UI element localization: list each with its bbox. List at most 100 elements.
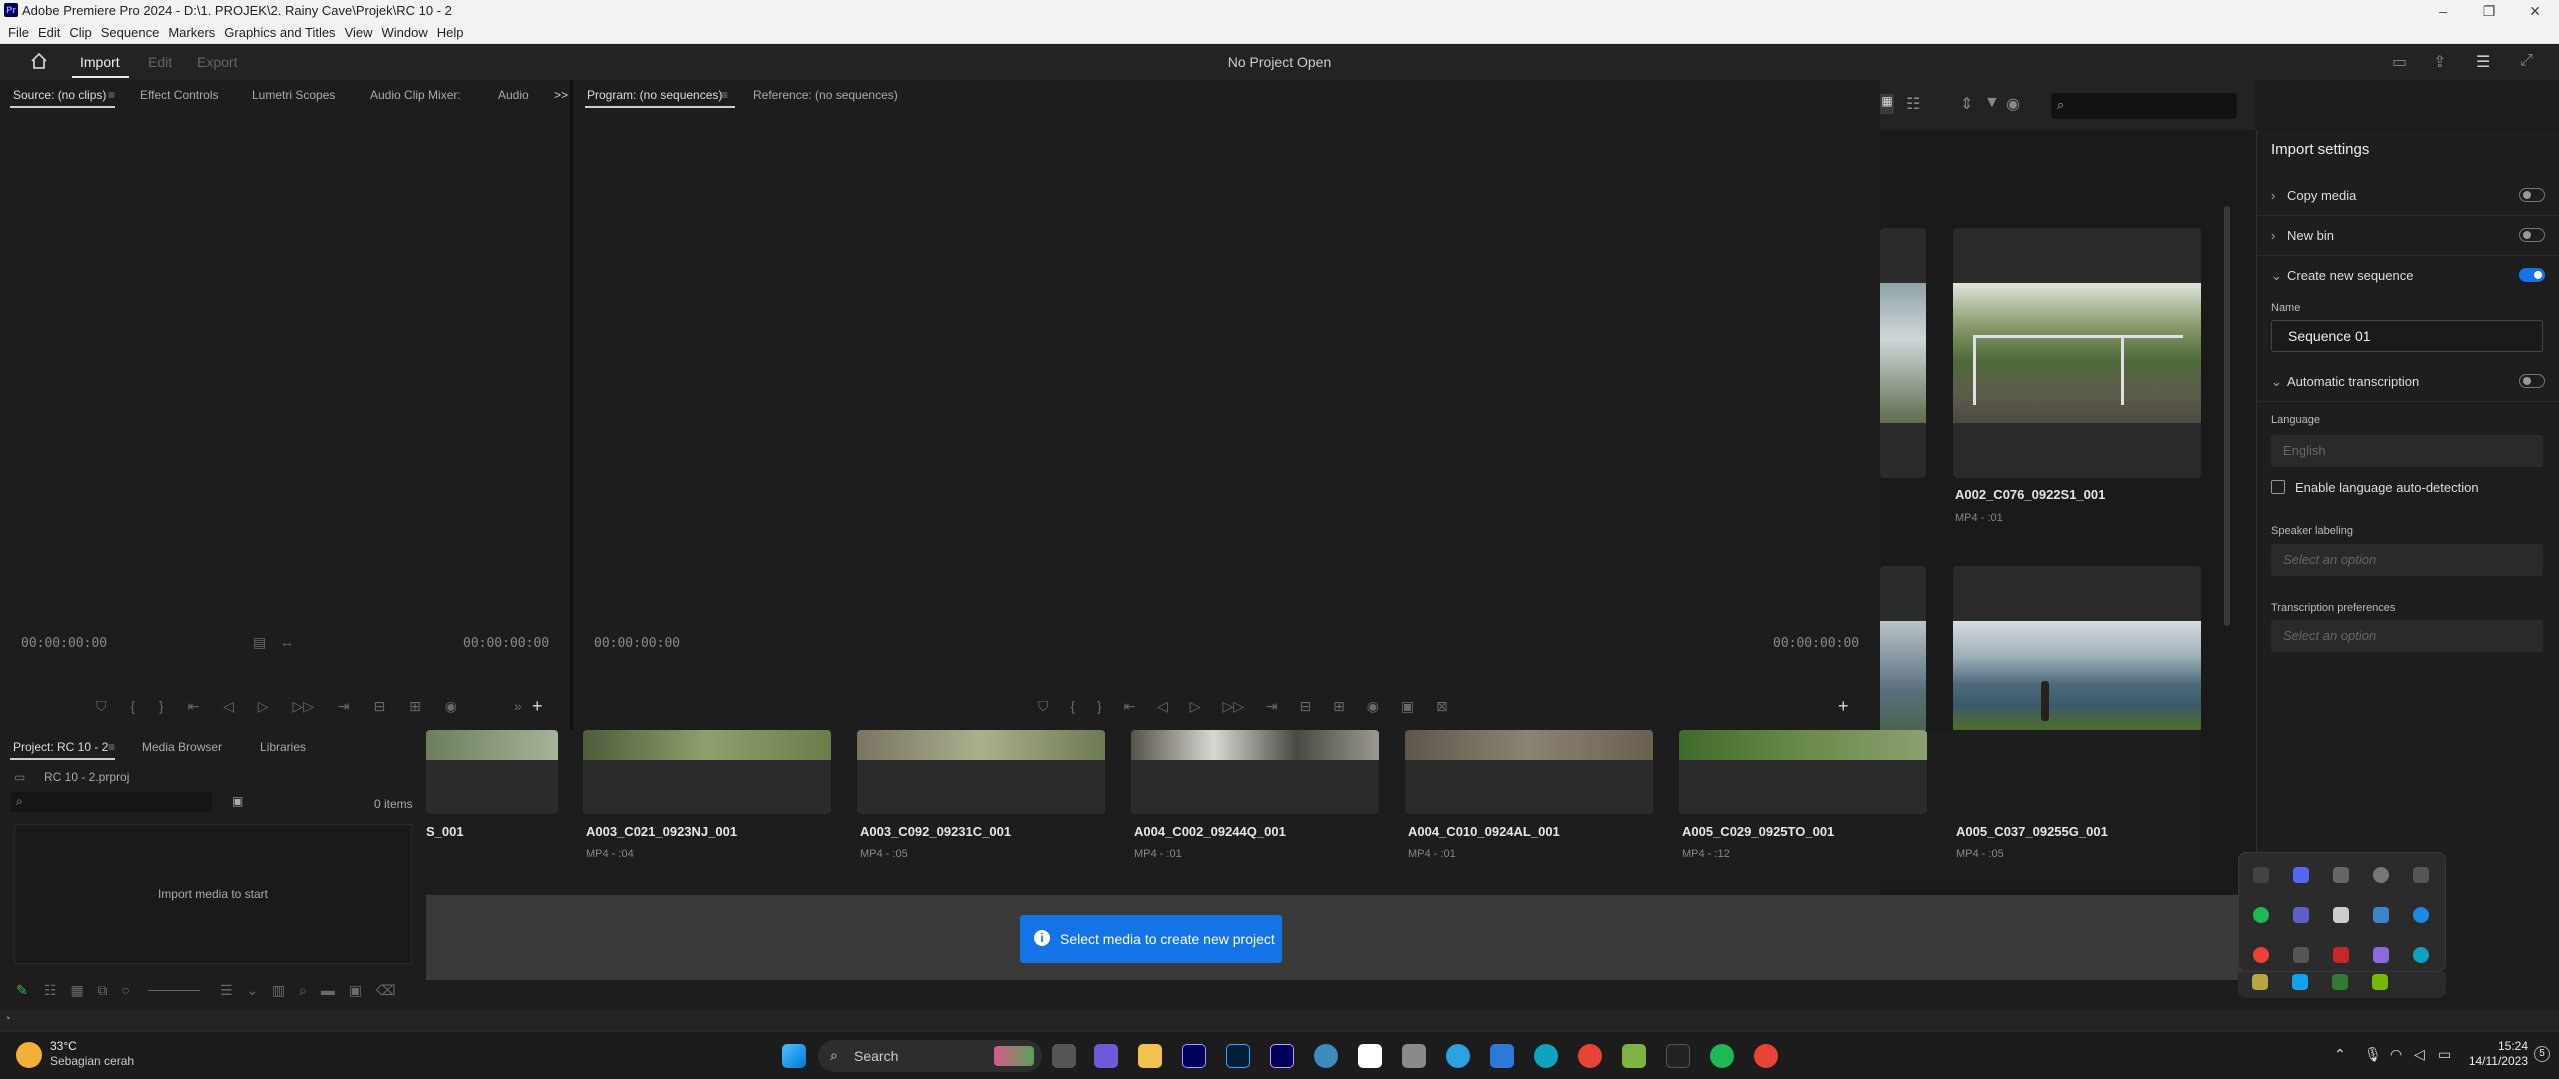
microphone-icon[interactable]: 🎙 bbox=[2364, 1046, 2382, 1063]
link-icon[interactable] bbox=[2413, 867, 2429, 883]
source-tab-menu-icon[interactable]: ≡ bbox=[108, 88, 115, 102]
source-transport-controls[interactable]: ⛉ { } ⇤ ◁ ▷ ▷▷ ⇥ ⊟ ⊞ ◉ bbox=[96, 698, 457, 715]
game-app-icon[interactable] bbox=[1622, 1044, 1646, 1068]
chrome-profile-icon[interactable] bbox=[1754, 1044, 1778, 1068]
globe-icon[interactable] bbox=[2373, 867, 2389, 883]
tab-source[interactable]: Source: (no clips) bbox=[13, 88, 106, 102]
fullscreen-icon[interactable]: ⤢ bbox=[2520, 52, 2533, 70]
new-bin-row[interactable]: › New bin bbox=[2257, 216, 2559, 256]
clip-thumbnail[interactable] bbox=[1679, 730, 1927, 814]
task-view-icon[interactable] bbox=[1052, 1044, 1076, 1068]
tab-project[interactable]: Project: RC 10 - 2 bbox=[13, 740, 108, 754]
media-search-input[interactable]: ⌕ bbox=[2051, 93, 2237, 119]
menu-clip[interactable]: Clip bbox=[69, 22, 100, 43]
new-bin-toggle[interactable] bbox=[2519, 228, 2545, 242]
weather-sun-icon[interactable] bbox=[16, 1042, 42, 1068]
program-timecode-left[interactable]: 00:00:00:00 bbox=[594, 636, 680, 651]
menu-file[interactable]: File bbox=[8, 22, 38, 43]
program-transport-controls[interactable]: ⛉ { } ⇤ ◁ ▷ ▷▷ ⇥ ⊟ ⊞ ◉ ▣ ⊠ bbox=[1038, 698, 1448, 715]
volume-icon[interactable]: ◁ bbox=[2414, 1046, 2425, 1063]
tab-libraries[interactable]: Libraries bbox=[260, 740, 306, 754]
source-more-icon[interactable]: » bbox=[514, 698, 522, 714]
clip-thumbnail[interactable] bbox=[583, 730, 831, 814]
project-bin-area[interactable]: Import media to start bbox=[14, 824, 412, 964]
tab-edit[interactable]: Edit bbox=[148, 54, 172, 70]
clock-date[interactable]: 14/11/2023 bbox=[2454, 1054, 2528, 1068]
meet-icon[interactable] bbox=[1094, 1044, 1118, 1068]
tab-program[interactable]: Program: (no sequences) bbox=[587, 88, 722, 102]
copy-media-toggle[interactable] bbox=[2519, 188, 2545, 202]
clip-thumbnail[interactable] bbox=[1131, 730, 1379, 814]
tab-audio-clip-mixer[interactable]: Audio Clip Mixer: bbox=[370, 88, 461, 102]
spotify-icon[interactable] bbox=[2253, 907, 2269, 923]
language-select[interactable]: English bbox=[2271, 435, 2543, 467]
edge-taskbar-icon[interactable] bbox=[1534, 1044, 1558, 1068]
home-icon[interactable] bbox=[30, 52, 48, 75]
project-action-controls[interactable]: ☰ ⌄ ▥ ⌕ ▬ ▣ ⌫ bbox=[220, 982, 396, 999]
browser-globe-icon[interactable] bbox=[1314, 1044, 1338, 1068]
tab-audio[interactable]: Audio bbox=[498, 88, 529, 102]
zoom-slider[interactable] bbox=[148, 990, 200, 991]
more-panels-icon[interactable]: >> bbox=[554, 88, 568, 102]
tab-lumetri-scopes[interactable]: Lumetri Scopes bbox=[252, 88, 335, 102]
teams-icon[interactable] bbox=[2293, 907, 2309, 923]
program-tab-menu-icon[interactable]: ≡ bbox=[721, 88, 728, 102]
feather-icon[interactable] bbox=[2373, 947, 2389, 963]
calculator-icon[interactable] bbox=[1402, 1044, 1426, 1068]
bluetooth-icon[interactable] bbox=[2413, 907, 2429, 923]
notepad-icon[interactable] bbox=[1490, 1044, 1514, 1068]
red-app-icon[interactable] bbox=[2333, 947, 2349, 963]
auto-transcription-toggle[interactable] bbox=[2519, 374, 2545, 388]
quick-export-icon[interactable]: ▭ bbox=[2392, 52, 2407, 72]
auto-detect-checkbox[interactable] bbox=[2271, 480, 2285, 494]
notes-icon[interactable] bbox=[2252, 974, 2268, 990]
spotify-taskbar-icon[interactable] bbox=[1710, 1044, 1734, 1068]
share-icon[interactable]: ⇪ bbox=[2433, 52, 2446, 72]
close-icon[interactable]: ✕ bbox=[2512, 0, 2558, 22]
menu-edit[interactable]: Edit bbox=[38, 22, 69, 43]
tab-reference[interactable]: Reference: (no sequences) bbox=[753, 88, 898, 102]
after-effects-icon[interactable] bbox=[1270, 1044, 1294, 1068]
settings-icon[interactable]: ▤ bbox=[253, 634, 266, 651]
capcut-icon[interactable] bbox=[1358, 1044, 1382, 1068]
speaker-labeling-select[interactable]: Select an option bbox=[2271, 544, 2543, 576]
clip-thumbnail[interactable] bbox=[426, 730, 558, 814]
grid-view-icon[interactable]: ▦ bbox=[1880, 94, 1894, 114]
new-bin-icon[interactable]: ▣ bbox=[232, 794, 243, 808]
clock-time[interactable]: 15:24 bbox=[2488, 1039, 2528, 1053]
filter-icon[interactable]: ▼ bbox=[1984, 94, 2000, 112]
copy-media-row[interactable]: › Copy media bbox=[2257, 176, 2559, 216]
tab-effect-controls[interactable]: Effect Controls bbox=[140, 88, 218, 102]
transcription-prefs-select[interactable]: Select an option bbox=[2271, 620, 2543, 652]
tray-expand-chevron-icon[interactable]: ⌃ bbox=[2334, 1046, 2346, 1063]
menu-view[interactable]: View bbox=[345, 22, 382, 43]
list-view-icon[interactable]: ☷ bbox=[1906, 94, 1920, 114]
controller-icon[interactable] bbox=[2333, 867, 2349, 883]
minimize-icon[interactable]: – bbox=[2420, 0, 2466, 22]
battery-icon[interactable]: ▭ bbox=[2438, 1046, 2451, 1063]
telegram-icon[interactable] bbox=[1446, 1044, 1470, 1068]
source-timecode-left[interactable]: 00:00:00:00 bbox=[21, 636, 107, 651]
menu-markers[interactable]: Markers bbox=[168, 22, 224, 43]
chrome-icon[interactable] bbox=[2253, 947, 2269, 963]
auto-transcription-row[interactable]: ⌄ Automatic transcription bbox=[2257, 362, 2559, 402]
weather-temp[interactable]: 33°C bbox=[50, 1039, 77, 1053]
cloud-icon[interactable] bbox=[2373, 907, 2389, 923]
media-app-icon[interactable] bbox=[1666, 1044, 1690, 1068]
media-scrollbar[interactable] bbox=[2224, 206, 2230, 626]
tab-import[interactable]: Import bbox=[80, 54, 120, 70]
create-sequence-toggle[interactable] bbox=[2519, 268, 2545, 282]
program-add-button-icon[interactable]: + bbox=[1838, 696, 1849, 717]
project-view-controls[interactable]: ☷ ▦ ⧉ ○ bbox=[44, 982, 130, 999]
tab-export[interactable]: Export bbox=[197, 54, 237, 70]
chrome-taskbar-icon[interactable] bbox=[1578, 1044, 1602, 1068]
tab-media-browser[interactable]: Media Browser bbox=[142, 740, 222, 754]
usb-icon[interactable] bbox=[2333, 907, 2349, 923]
pencil-icon[interactable]: ✎ bbox=[16, 982, 28, 999]
menu-sequence[interactable]: Sequence bbox=[101, 22, 169, 43]
clip-thumbnail[interactable] bbox=[1880, 228, 1926, 478]
sort-icon[interactable]: ⇕ bbox=[1960, 94, 1973, 114]
weather-desc[interactable]: Sebagian cerah bbox=[50, 1054, 134, 1068]
discord-icon[interactable] bbox=[2293, 867, 2309, 883]
menu-window[interactable]: Window bbox=[382, 22, 437, 43]
